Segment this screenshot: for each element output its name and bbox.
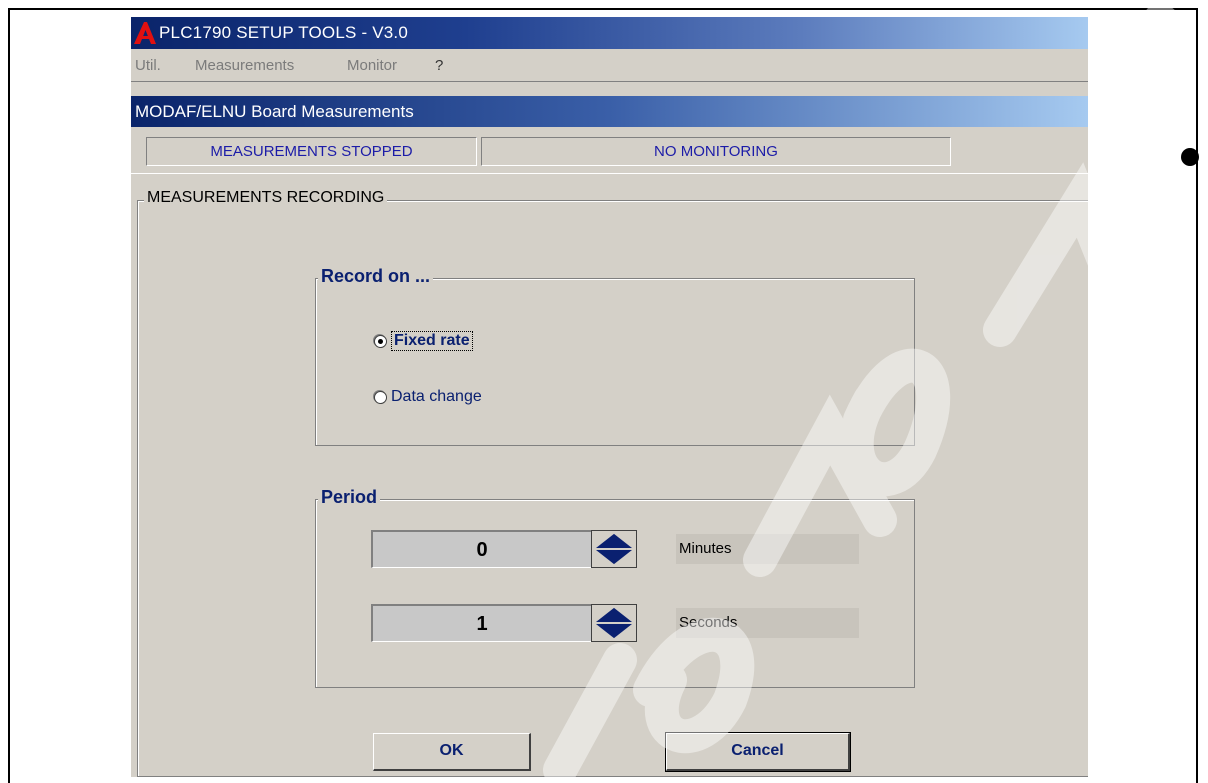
menu-help[interactable]: ?: [435, 49, 443, 83]
data-change-radio[interactable]: [374, 390, 387, 404]
dialog-client-area: MEASUREMENTS RECORDING Record on ... Fix…: [131, 173, 1088, 777]
measurements-status: MEASUREMENTS STOPPED: [146, 137, 477, 166]
window-title: PLC1790 SETUP TOOLS - V3.0: [159, 23, 408, 42]
menu-monitor[interactable]: Monitor: [347, 49, 397, 83]
title-bar: PLC1790 SETUP TOOLS - V3.0: [131, 17, 1088, 49]
measurements-recording-group: MEASUREMENTS RECORDING Record on ... Fix…: [137, 189, 1088, 777]
ok-button[interactable]: OK: [373, 733, 531, 771]
data-change-option[interactable]: Data change: [374, 388, 482, 406]
status-strip: MEASUREMENTS STOPPED NO MONITORING: [131, 127, 1088, 173]
cancel-button[interactable]: Cancel: [665, 732, 851, 772]
menu-bar: Util. Measurements Monitor ?: [131, 49, 1088, 82]
fixed-rate-label[interactable]: Fixed rate: [391, 331, 473, 351]
data-change-label[interactable]: Data change: [391, 388, 482, 406]
monitoring-status: NO MONITORING: [481, 137, 951, 166]
fixed-rate-option[interactable]: Fixed rate: [374, 331, 473, 351]
app-logo-icon: [134, 22, 156, 44]
menu-util[interactable]: Util.: [135, 49, 161, 83]
record-on-group: Record on ... Fixed rate Data change: [315, 266, 915, 446]
child-window-title: MODAF/ELNU Board Measurements: [135, 102, 414, 121]
minutes-spinner-icon[interactable]: [591, 530, 637, 568]
record-on-title: Record on ...: [318, 266, 434, 287]
app-window: PLC1790 SETUP TOOLS - V3.0 Util. Measure…: [131, 17, 1088, 777]
minutes-field[interactable]: 0: [371, 530, 592, 568]
menu-measurements[interactable]: Measurements: [195, 49, 294, 83]
seconds-label: Seconds: [676, 608, 859, 638]
child-window-title-bar: MODAF/ELNU Board Measurements: [131, 96, 1088, 127]
seconds-spinner-icon[interactable]: [591, 604, 637, 642]
period-group: Period 0 Minutes 1 Seconds: [315, 487, 915, 688]
period-title: Period: [318, 487, 381, 508]
measurements-recording-title: MEASUREMENTS RECORDING: [144, 189, 388, 207]
fixed-rate-radio[interactable]: [374, 334, 387, 348]
seconds-field[interactable]: 1: [371, 604, 592, 642]
minutes-label: Minutes: [676, 534, 859, 564]
